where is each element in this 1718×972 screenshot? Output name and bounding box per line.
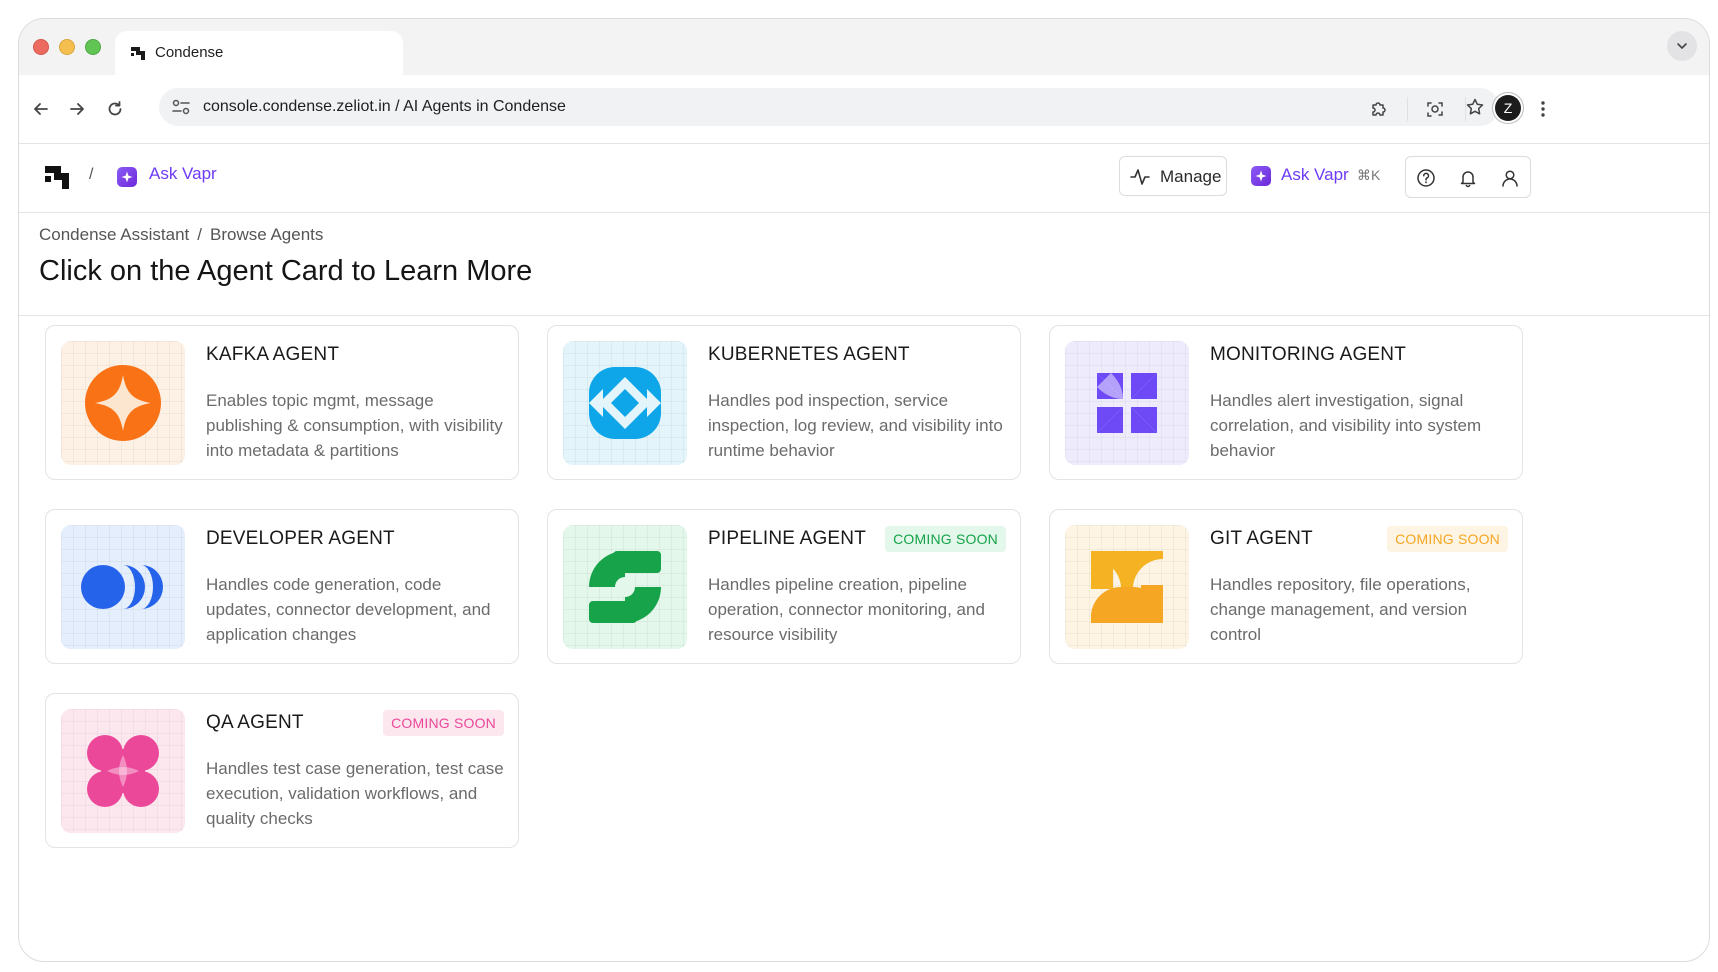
breadcrumb-item-condense-assistant[interactable]: Condense Assistant	[39, 225, 189, 245]
back-button[interactable]	[27, 95, 55, 123]
lens-icon	[1427, 102, 1443, 117]
profile-avatar[interactable]: Z	[1495, 95, 1521, 121]
blue-circles-icon	[81, 565, 163, 609]
yellow-hourglass-icon	[1091, 551, 1163, 623]
agent-card-git[interactable]: GIT AGENT COMING SOON Handles repository…	[1049, 509, 1523, 664]
close-window-button[interactable]	[33, 39, 49, 55]
ask-vapr-breadcrumb[interactable]: Ask Vapr	[149, 164, 217, 184]
reload-button[interactable]	[101, 95, 129, 123]
agent-tile	[1065, 341, 1189, 465]
agent-tile	[61, 709, 185, 833]
agent-tile	[1065, 525, 1189, 649]
help-circle-icon	[1417, 169, 1435, 187]
screenshot-button[interactable]	[1421, 95, 1449, 123]
coming-soon-badge: COMING SOON	[885, 526, 1006, 552]
agent-description: Handles alert investigation, signal corr…	[1210, 391, 1482, 460]
coming-soon-badge: COMING SOON	[383, 710, 504, 736]
breadcrumb: Condense Assistant / Browse Agents	[39, 225, 323, 245]
vapr-sparkle-icon	[117, 167, 137, 187]
bookmark-star-icon[interactable]	[1465, 97, 1485, 117]
vapr-sparkle-icon	[1251, 166, 1271, 186]
user-profile-button[interactable]	[1498, 166, 1522, 190]
minimize-window-button[interactable]	[59, 39, 75, 55]
url-text: console.condense.zeliot.in / AI Agents i…	[203, 98, 566, 115]
page-title: Click on the Agent Card to Learn More	[39, 255, 533, 287]
notifications-button[interactable]	[1456, 166, 1480, 190]
ask-vapr-button[interactable]: Ask Vapr ⌘K	[1249, 156, 1389, 196]
address-bar[interactable]: console.condense.zeliot.in / AI Agents i…	[159, 88, 1499, 126]
pink-quatrefoil-icon	[87, 735, 159, 807]
agent-description: Handles repository, file operations, cha…	[1210, 575, 1471, 644]
ask-vapr-label: Ask Vapr	[1281, 165, 1349, 184]
header-icon-group	[1405, 156, 1531, 198]
chevron-down-icon	[1677, 43, 1687, 49]
agent-card-kafka[interactable]: KAFKA AGENT Enables topic mgmt, message …	[45, 325, 519, 480]
agent-description: Handles test case generation, test case …	[206, 759, 504, 828]
agent-title: GIT AGENT	[1210, 528, 1313, 549]
green-s-icon	[589, 551, 661, 623]
agent-title: QA AGENT	[206, 712, 304, 733]
agent-tile	[61, 525, 185, 649]
agent-title: KAFKA AGENT	[206, 344, 340, 365]
arrow-left-icon	[34, 103, 48, 115]
coming-soon-badge: COMING SOON	[1387, 526, 1508, 552]
agent-description: Enables topic mgmt, message publishing &…	[206, 391, 503, 460]
tab-search-button[interactable]	[1667, 31, 1697, 61]
arrow-right-icon	[70, 103, 84, 115]
purple-pinwheel-icon	[1097, 373, 1157, 433]
agent-description: Handles code generation, code updates, c…	[206, 575, 491, 644]
help-button[interactable]	[1414, 166, 1438, 190]
page-heading: Condense Assistant / Browse Agents Click o…	[19, 213, 1709, 316]
browser-menu-button[interactable]	[1529, 95, 1557, 123]
manage-button[interactable]: Manage	[1119, 156, 1227, 196]
blue-diamond-icon	[589, 367, 661, 439]
manage-label: Manage	[1160, 167, 1222, 186]
bell-icon	[1460, 171, 1476, 188]
keyboard-shortcut: ⌘K	[1357, 167, 1381, 183]
agent-card-pipeline[interactable]: PIPELINE AGENT COMING SOON Handles pipel…	[547, 509, 1021, 664]
header-separator: /	[89, 166, 94, 183]
site-settings-icon[interactable]	[171, 98, 191, 116]
agent-description: Handles pod inspection, service inspecti…	[708, 391, 1003, 460]
maximize-window-button[interactable]	[85, 39, 101, 55]
forward-button[interactable]	[63, 95, 91, 123]
condense-logo-icon[interactable]	[43, 163, 71, 191]
agent-card-monitoring[interactable]: MONITORING AGENT Handles alert investiga…	[1049, 325, 1523, 480]
agent-card-developer[interactable]: DEVELOPER AGENT Handles code generation,…	[45, 509, 519, 664]
agent-title: DEVELOPER AGENT	[206, 528, 395, 549]
user-icon	[1502, 170, 1518, 187]
browser-toolbar: console.condense.zeliot.in / AI Agents i…	[19, 75, 1709, 144]
agent-card-kubernetes[interactable]: KUBERNETES AGENT Handles pod inspection,…	[547, 325, 1021, 480]
activity-icon	[1130, 169, 1150, 185]
agent-tile	[61, 341, 185, 465]
reload-icon	[108, 101, 122, 116]
kebab-menu-icon	[1541, 101, 1545, 117]
agent-tile	[563, 525, 687, 649]
condense-favicon-icon	[131, 47, 145, 60]
puzzle-icon	[1372, 102, 1386, 116]
browser-tab[interactable]: Condense	[115, 31, 403, 75]
breadcrumb-item-browse-agents: Browse Agents	[210, 225, 324, 244]
agent-title: KUBERNETES AGENT	[708, 344, 910, 365]
agent-title: MONITORING AGENT	[1210, 344, 1407, 365]
tab-strip: Condense	[19, 19, 1709, 75]
tab-title: Condense	[155, 44, 224, 61]
app-header: / Ask Vapr Manage Ask Vapr ⌘K	[19, 144, 1709, 213]
agent-title: PIPELINE AGENT	[708, 528, 867, 549]
agent-description: Handles pipeline creation, pipeline oper…	[708, 575, 985, 644]
breadcrumb-separator: /	[197, 225, 202, 244]
agent-card-qa[interactable]: QA AGENT COMING SOON Handles test case g…	[45, 693, 519, 848]
orange-sparkle-icon	[85, 365, 161, 441]
agent-tile	[563, 341, 687, 465]
browser-window: Condense console.condense.zeliot.in / AI…	[18, 18, 1710, 962]
extensions-button[interactable]	[1365, 95, 1393, 123]
